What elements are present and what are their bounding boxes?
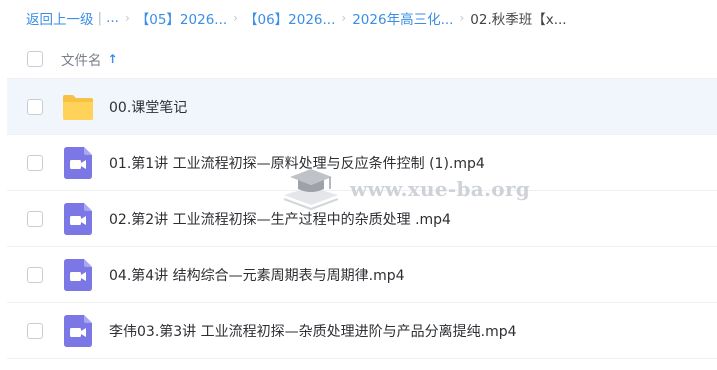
breadcrumb-item-1[interactable]: 【05】2026... (136, 9, 227, 27)
file-row[interactable]: 00.课堂笔记 (7, 79, 717, 135)
breadcrumb-current: 02.秋季班【x... (470, 12, 567, 27)
chevron-right-icon: › (459, 11, 465, 25)
file-row[interactable]: 04.第4讲 结构综合—元素周期表与周期律.mp4 (7, 247, 717, 303)
chevron-right-icon: › (341, 11, 347, 25)
row-checkbox[interactable] (27, 322, 43, 339)
file-name[interactable]: 李伟03.第3讲 工业流程初探—杂质处理进阶与产品分离提纯.mp4 (109, 321, 517, 341)
video-file-icon (61, 146, 95, 180)
row-checkbox[interactable] (27, 266, 43, 283)
file-name[interactable]: 00.课堂笔记 (109, 97, 187, 117)
file-name[interactable]: 02.第2讲 工业流程初探—生产过程中的杂质处理 .mp4 (109, 209, 451, 229)
name-column-header[interactable]: 文件名 (61, 49, 102, 69)
breadcrumb: 返回上一级 | ... › 【05】2026... › 【06】2026... … (26, 9, 706, 27)
folder-icon (61, 90, 95, 124)
breadcrumb-divider: | (97, 10, 103, 26)
video-file-icon (61, 314, 95, 348)
row-checkbox[interactable] (27, 210, 43, 227)
file-list: 文件名 ↑ 00.课堂笔记 01.第1讲 工业流程初探—原料处理与反应条件控制 … (7, 40, 717, 359)
breadcrumb-item-2[interactable]: 【06】2026... (244, 9, 335, 27)
file-row[interactable]: 01.第1讲 工业流程初探—原料处理与反应条件控制 (1).mp4 (7, 135, 717, 191)
file-name[interactable]: 04.第4讲 结构综合—元素周期表与周期律.mp4 (109, 265, 405, 285)
list-header: 文件名 ↑ (7, 40, 717, 79)
video-file-icon (61, 258, 95, 292)
row-checkbox[interactable] (27, 98, 43, 115)
breadcrumb-ellipsis[interactable]: ... (106, 10, 119, 26)
video-file-icon (61, 202, 95, 236)
select-all-checkbox[interactable] (27, 51, 43, 67)
file-row[interactable]: 李伟03.第3讲 工业流程初探—杂质处理进阶与产品分离提纯.mp4 (7, 303, 717, 359)
chevron-right-icon: › (233, 11, 238, 25)
chevron-right-icon: › (124, 11, 130, 25)
breadcrumb-item-3[interactable]: 2026年高三化... (352, 9, 453, 27)
file-row[interactable]: 02.第2讲 工业流程初探—生产过程中的杂质处理 .mp4 (7, 191, 717, 247)
arrow-up-icon[interactable]: ↑ (108, 52, 118, 66)
back-link[interactable]: 返回上一级 (26, 9, 94, 27)
row-checkbox[interactable] (27, 154, 43, 171)
file-name[interactable]: 01.第1讲 工业流程初探—原料处理与反应条件控制 (1).mp4 (109, 153, 485, 173)
